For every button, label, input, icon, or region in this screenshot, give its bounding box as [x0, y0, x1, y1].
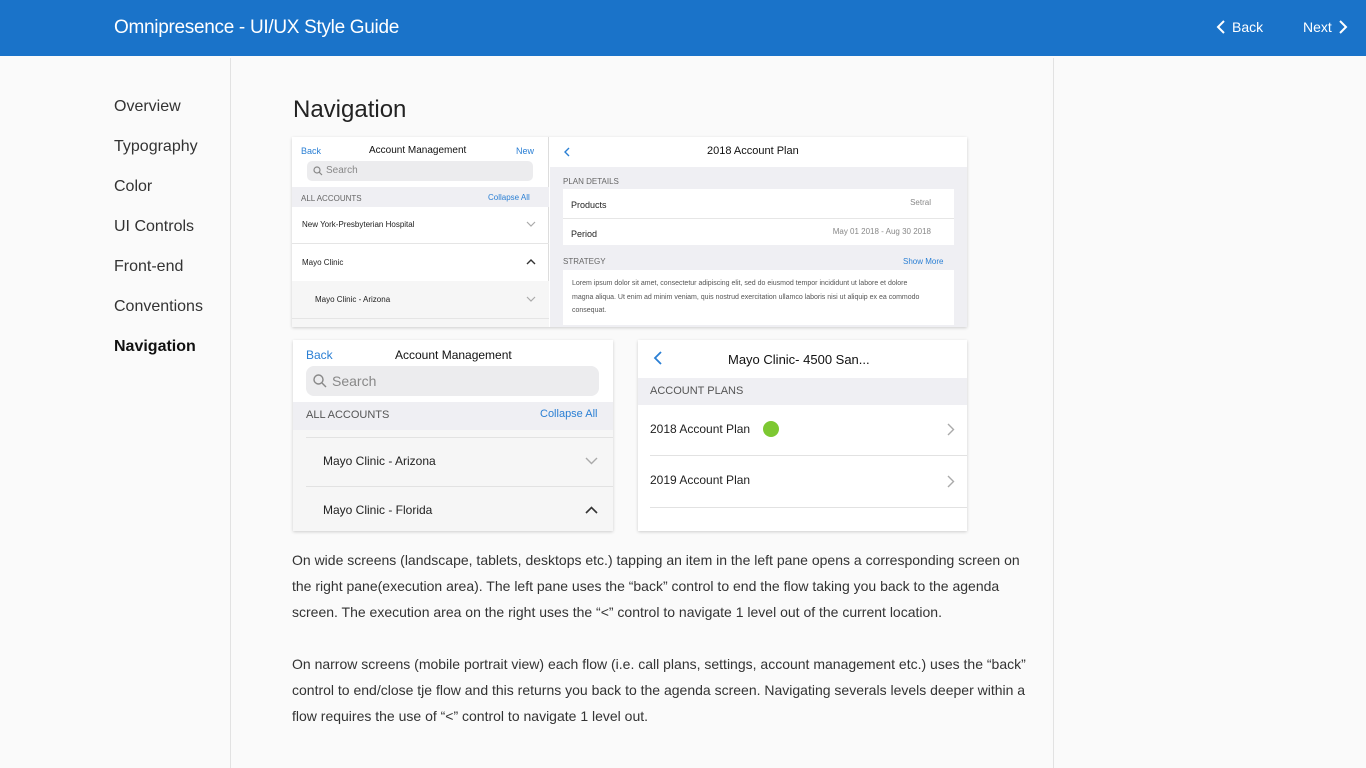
next-label: Next	[1303, 19, 1332, 35]
list-title: Account Management	[395, 348, 512, 362]
plan-details-card: Products Setral Period May 01 2018 - Aug…	[563, 189, 954, 245]
left-pane-back-link: Back	[301, 146, 322, 156]
sidebar-item-navigation[interactable]: Navigation	[114, 338, 196, 356]
sidebar-item-front-end[interactable]: Front-end	[114, 258, 183, 276]
status-dot	[763, 421, 779, 437]
sidebar-item-color[interactable]: Color	[114, 178, 152, 196]
left-pane-new-link: New	[516, 146, 535, 156]
page-title: Navigation	[293, 96, 407, 123]
right-pane-title: 2018 Account Plan	[707, 145, 799, 157]
back-button[interactable]: Back	[1216, 19, 1263, 35]
products-label: Products	[571, 200, 607, 210]
detail-section-label: ACCOUNT PLANS	[650, 385, 744, 397]
list-search-field: Search	[306, 366, 599, 396]
chevron-right-icon	[947, 423, 955, 436]
list-collapse-link: Collapse All	[540, 408, 598, 420]
left-pane-search-field: Search	[307, 161, 533, 181]
row-divider	[292, 318, 549, 319]
chevron-down-icon	[526, 221, 536, 227]
back-label: Back	[1232, 19, 1264, 35]
left-pane-title: Account Management	[369, 145, 467, 156]
search-icon	[313, 374, 327, 388]
left-pane-section-label: ALL ACCOUNTS	[301, 194, 362, 203]
strategy-card: Lorem ipsum dolor sit amet, consectetur …	[563, 270, 954, 325]
chevron-right-icon	[1339, 20, 1348, 34]
list-row-2: Mayo Clinic - Florida	[323, 503, 433, 517]
period-label: Period	[571, 229, 598, 239]
detail-title: Mayo Clinic- 4500 San...	[728, 352, 870, 367]
paragraph-wide-screens: On wide screens (landscape, tablets, des…	[292, 552, 1020, 620]
chevron-down-icon	[526, 296, 536, 302]
row-divider	[650, 455, 967, 456]
sidebar-item-typography[interactable]: Typography	[114, 138, 198, 156]
period-value: May 01 2018 - Aug 30 2018	[832, 227, 931, 236]
right-pane: 2018 Account Plan PLAN DETAILS Products …	[550, 137, 967, 327]
mobile-detail-figure: Mayo Clinic- 4500 San... ACCOUNT PLANS 2…	[638, 340, 967, 531]
next-button[interactable]: Next	[1303, 19, 1348, 35]
chevron-up-icon	[526, 259, 536, 265]
row-divider	[563, 218, 954, 219]
sidebar-item-overview[interactable]: Overview	[114, 98, 181, 116]
account-plan-row-2-label: 2019 Account Plan	[650, 473, 751, 487]
left-pane-subrow-bg	[292, 281, 549, 327]
search-icon	[313, 166, 323, 176]
row-divider	[306, 437, 613, 438]
sidebar-item-ui-controls[interactable]: UI Controls	[114, 218, 194, 236]
account-plan-row-1-label: 2018 Account Plan	[650, 422, 751, 436]
top-header: Omnipresence - UI/UX Style Guide Back Ne…	[0, 0, 1366, 56]
strategy-text: Lorem ipsum dolor sit amet, consectetur …	[572, 280, 920, 314]
list-row-1: Mayo Clinic - Arizona	[323, 454, 436, 468]
site-title: Omnipresence - UI/UX Style Guide	[114, 17, 400, 38]
paragraph-narrow-screens: On narrow screens (mobile portrait view)…	[292, 656, 1026, 724]
chevron-up-icon	[585, 506, 598, 514]
sidebar-item-conventions[interactable]: Conventions	[114, 298, 203, 316]
chevron-down-icon	[585, 457, 598, 465]
left-pane-collapse-link: Collapse All	[488, 193, 530, 202]
list-section-label: ALL ACCOUNTS	[306, 409, 390, 421]
left-pane-row-3: Mayo Clinic - Arizona	[315, 295, 391, 304]
mobile-list-figure: Back Account Management Search ALL ACCOU…	[293, 340, 613, 531]
chevron-left-icon	[653, 351, 662, 365]
list-back-link: Back	[306, 348, 333, 362]
left-pane-search-placeholder: Search	[326, 165, 358, 176]
strategy-label: STRATEGY	[563, 257, 606, 266]
row-divider	[292, 243, 549, 244]
chevron-left-icon	[1216, 20, 1225, 34]
sidebar-nav: Overview Typography Color UI Controls Fr…	[0, 58, 231, 768]
show-more-link: Show More	[903, 257, 944, 266]
left-pane: Back Account Management New Search ALL A…	[292, 137, 549, 327]
wide-screen-figure: Back Account Management New Search ALL A…	[292, 137, 967, 327]
chevron-right-icon	[947, 475, 955, 488]
row-divider	[650, 507, 967, 508]
row-divider	[306, 486, 613, 487]
plan-details-label: PLAN DETAILS	[563, 177, 619, 186]
left-pane-row-2: Mayo Clinic	[302, 258, 344, 267]
list-search-placeholder: Search	[332, 373, 377, 389]
chevron-left-icon	[564, 147, 570, 157]
left-pane-row-1: New York-Presbyterian Hospital	[302, 220, 415, 229]
products-value: Setral	[910, 198, 931, 207]
